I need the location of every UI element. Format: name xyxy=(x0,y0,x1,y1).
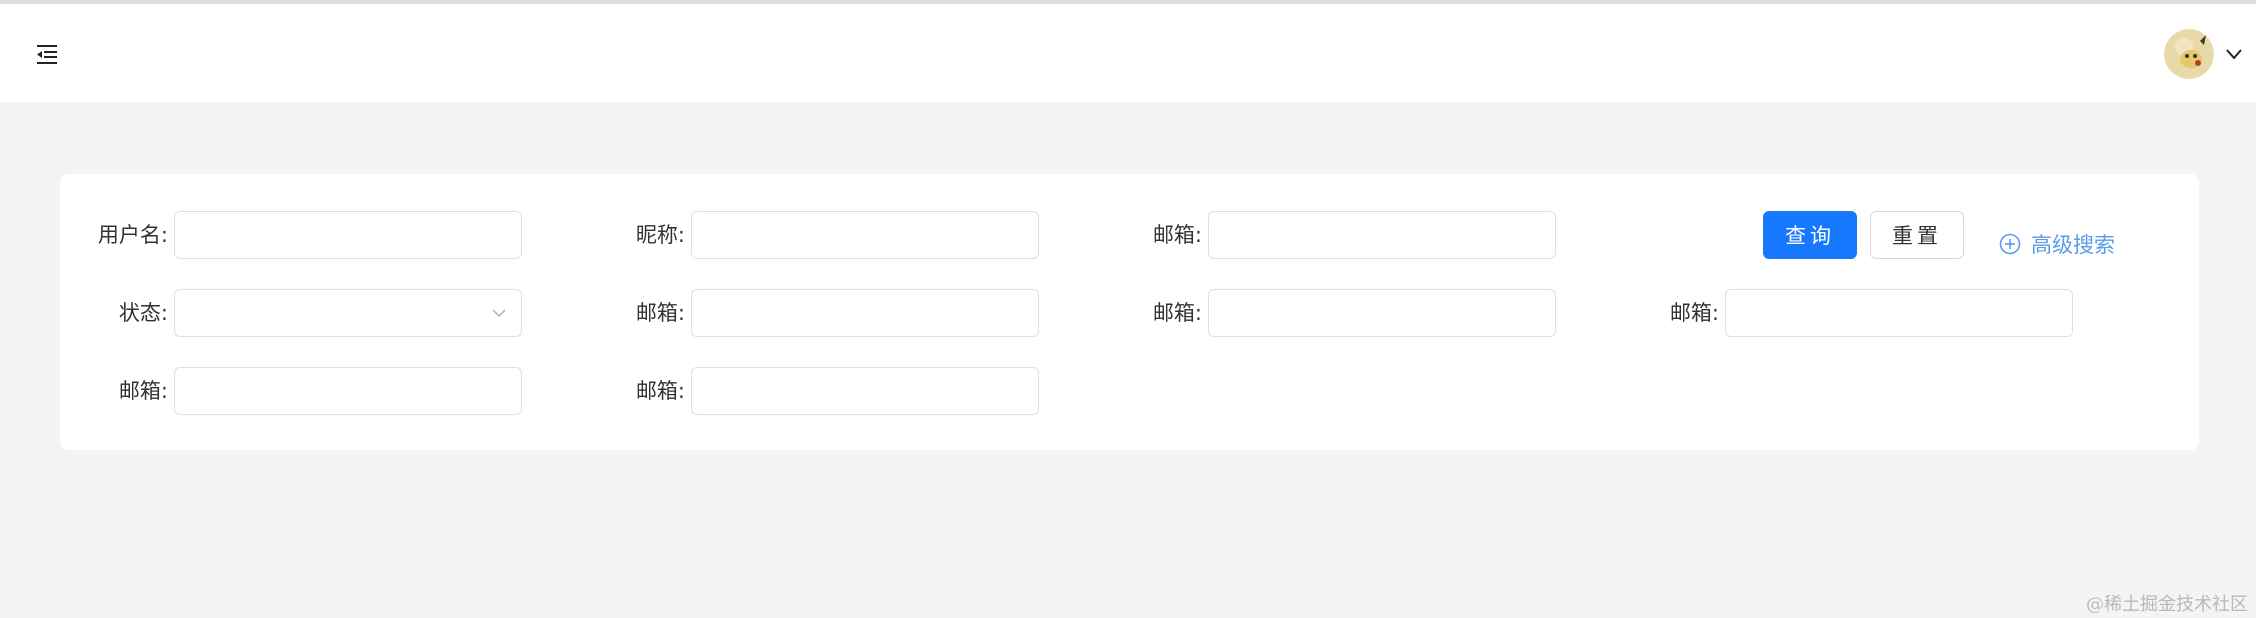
app-header xyxy=(0,4,2256,102)
status-field: 状态: xyxy=(119,289,522,337)
status-select[interactable] xyxy=(174,289,522,337)
email-label-3: 邮箱: xyxy=(1152,301,1202,325)
username-field: 用户名: xyxy=(98,211,522,259)
email-input-2[interactable] xyxy=(691,289,1039,337)
chevron-down-icon[interactable] xyxy=(2224,44,2244,64)
email-input-4[interactable] xyxy=(1725,289,2073,337)
status-label: 状态: xyxy=(118,301,168,325)
nickname-field: 昵称: xyxy=(636,211,1039,259)
email-label-6: 邮箱: xyxy=(635,379,685,403)
nickname-input[interactable] xyxy=(691,211,1039,259)
reset-button[interactable]: 重置 xyxy=(1870,211,1964,259)
email-field-2: 邮箱: xyxy=(636,289,1039,337)
advanced-search-link[interactable]: 高级搜索 xyxy=(1999,220,2115,268)
email-input-1[interactable] xyxy=(1208,211,1556,259)
advanced-search-label: 高级搜索 xyxy=(2031,233,2115,257)
watermark: @稀土掘金技术社区 xyxy=(2086,594,2248,615)
username-label: 用户名: xyxy=(97,223,168,247)
email-field-3: 邮箱: xyxy=(1153,289,1556,337)
email-input-3[interactable] xyxy=(1208,289,1556,337)
email-label-4: 邮箱: xyxy=(1669,301,1719,325)
email-label-5: 邮箱: xyxy=(118,379,168,403)
plus-circle-icon xyxy=(1999,233,2021,255)
nickname-label: 昵称: xyxy=(635,223,685,247)
username-input[interactable] xyxy=(174,211,522,259)
email-label-2: 邮箱: xyxy=(635,301,685,325)
email-field-6: 邮箱: xyxy=(636,367,1039,415)
user-avatar[interactable] xyxy=(2164,29,2214,79)
email-input-5[interactable] xyxy=(174,367,522,415)
menu-collapse-icon[interactable] xyxy=(34,41,60,67)
email-label-1: 邮箱: xyxy=(1152,223,1202,247)
email-input-6[interactable] xyxy=(691,367,1039,415)
email-field-4: 邮箱: xyxy=(1670,289,2073,337)
email-field-5: 邮箱: xyxy=(119,367,522,415)
email-field-1: 邮箱: xyxy=(1153,211,1556,259)
query-button[interactable]: 查询 xyxy=(1763,211,1857,259)
